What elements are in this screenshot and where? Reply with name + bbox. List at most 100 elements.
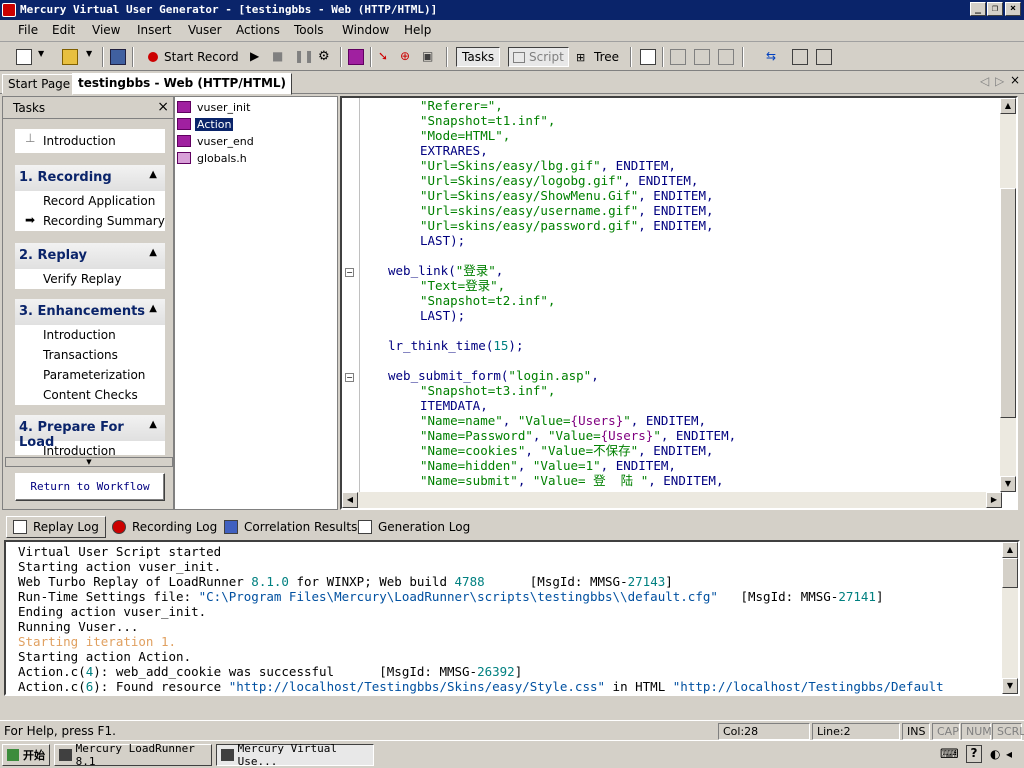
start-record-button[interactable]: Start Record	[148, 47, 239, 67]
menu-vuser[interactable]: Vuser	[188, 23, 222, 37]
task-introduction[interactable]: ⊥ Introduction	[15, 129, 165, 153]
close-tasks-icon[interactable]: ×	[157, 99, 169, 115]
task-prepare-introduction[interactable]: Introduction	[15, 441, 165, 455]
open-dropdown-icon[interactable]: ▼	[86, 49, 94, 65]
toolbar-separator	[102, 47, 104, 67]
task-enh-introduction[interactable]: Introduction	[15, 325, 165, 345]
new-icon[interactable]	[16, 49, 32, 65]
volume-icon[interactable]: ◂	[1006, 747, 1012, 761]
code-line: lr_think_time(15);	[388, 338, 524, 353]
tree-node-vuser-init[interactable]: vuser_init	[177, 99, 252, 115]
tree-view-button[interactable]: ⊞ Tree	[576, 47, 619, 67]
scroll-down-icon[interactable]: ▼	[1000, 476, 1016, 492]
tab-scroll-right-icon[interactable]: ▷	[995, 74, 1004, 88]
tab-correlation-results[interactable]: Correlation Results	[218, 516, 363, 538]
collapse-icon[interactable]: ▲	[149, 247, 157, 258]
restore-button[interactable]: ❐	[987, 2, 1003, 16]
tasks-scroll-down-icon[interactable]: ▼	[5, 457, 173, 467]
tab-generation-log[interactable]: Generation Log	[352, 516, 476, 538]
script-editor[interactable]: − − "Referer=", "Snapshot=t1.inf", "Mode…	[340, 96, 1018, 510]
task-parameterization[interactable]: Parameterization	[15, 365, 165, 385]
menu-file[interactable]: File	[18, 23, 38, 37]
close-document-icon[interactable]: ×	[1010, 73, 1020, 87]
task-transactions[interactable]: Transactions	[15, 345, 165, 365]
page-view-icon[interactable]	[670, 49, 686, 65]
open-folder-icon[interactable]	[62, 49, 78, 65]
replay-log-output[interactable]: Virtual User Script started Starting act…	[4, 540, 1020, 696]
tree-node-vuser-end[interactable]: vuser_end	[177, 133, 256, 149]
menu-actions[interactable]: Actions	[236, 23, 280, 37]
section-prepare-header[interactable]: 4. Prepare For Load ▲	[15, 415, 165, 450]
language-icon[interactable]: ◐	[990, 747, 1000, 761]
code-line: "Snapshot=t1.inf",	[420, 113, 556, 128]
scroll-thumb[interactable]	[1000, 188, 1016, 418]
tasks-toggle-button[interactable]: Tasks	[456, 47, 501, 67]
bookmark-icon[interactable]: ▣	[422, 49, 438, 65]
server-view-icon[interactable]	[718, 49, 734, 65]
task-recording-summary[interactable]: ➡ Recording Summary	[15, 211, 165, 231]
breakpoint-icon[interactable]: ⊕	[400, 49, 416, 65]
editor-vertical-scrollbar[interactable]: ▲ ▼	[1000, 98, 1016, 492]
taskbar-vugen[interactable]: Mercury Virtual Use...	[216, 742, 374, 768]
code-line: "Snapshot=t2.inf",	[420, 293, 556, 308]
menu-insert[interactable]: Insert	[137, 23, 171, 37]
script-view-button[interactable]: Script	[508, 47, 569, 67]
collapse-icon[interactable]: ▲	[149, 419, 157, 430]
menu-window[interactable]: Window	[342, 23, 389, 37]
parameter-list-icon[interactable]	[792, 49, 808, 65]
new-dropdown-icon[interactable]: ▼	[38, 49, 46, 65]
window-title: Mercury Virtual User Generator - [testin…	[20, 3, 438, 16]
menu-tools[interactable]: Tools	[294, 23, 324, 37]
save-icon[interactable]	[110, 49, 126, 65]
tab-replay-log[interactable]: Replay Log	[6, 516, 106, 538]
menu-edit[interactable]: Edit	[52, 23, 75, 37]
runtime-settings-icon[interactable]	[816, 49, 832, 65]
scroll-thumb[interactable]	[1002, 558, 1018, 588]
menu-view[interactable]: View	[92, 23, 120, 37]
minimize-button[interactable]: _	[970, 2, 986, 16]
run-icon[interactable]: ▶	[250, 49, 266, 65]
return-to-workflow-button[interactable]: Return to Workflow	[15, 473, 165, 501]
tab-testingbbs[interactable]: testingbbs - Web (HTTP/HTML)	[72, 73, 293, 95]
task-verify-replay[interactable]: Verify Replay	[15, 269, 165, 289]
fold-toggle-icon[interactable]: −	[345, 268, 354, 277]
section-replay-header[interactable]: 2. Replay ▲	[15, 243, 165, 269]
section-recording-header[interactable]: 1. Recording ▲	[15, 165, 165, 191]
pause-icon[interactable]: ❚❚	[294, 49, 314, 65]
scroll-down-icon[interactable]: ▼	[1002, 678, 1018, 694]
start-button[interactable]: 开始	[2, 744, 50, 766]
tab-scroll-left-icon[interactable]: ◁	[980, 74, 989, 88]
scroll-up-icon[interactable]: ▲	[1002, 542, 1018, 558]
keyboard-icon[interactable]: ⌨	[940, 747, 959, 762]
step-into-icon[interactable]: ➘	[378, 49, 394, 65]
editor-horizontal-scrollbar[interactable]: ◀ ▶	[342, 492, 1002, 508]
close-button[interactable]: ×	[1005, 2, 1021, 16]
tab-recording-log[interactable]: Recording Log	[106, 516, 223, 538]
task-content-checks[interactable]: Content Checks	[15, 385, 165, 405]
settings-gear-icon[interactable]: ⚙	[318, 49, 334, 65]
correlation-results-icon	[224, 520, 238, 534]
task-section-enhancements: 3. Enhancements ▲ Introduction Transactio…	[15, 299, 165, 405]
section-enhancements-header[interactable]: 3. Enhancements ▲	[15, 299, 165, 325]
record-icon	[148, 52, 158, 62]
scroll-right-icon[interactable]: ▶	[986, 492, 1002, 508]
tab-start-page[interactable]: Start Page	[2, 74, 77, 94]
fold-toggle-icon[interactable]: −	[345, 373, 354, 382]
code-area[interactable]: "Referer=", "Snapshot=t1.inf", "Mode=HTM…	[366, 98, 998, 492]
correlation-icon[interactable]: ⇆	[766, 49, 782, 65]
menu-help[interactable]: Help	[404, 23, 431, 37]
taskbar-loadrunner[interactable]: Mercury LoadRunner 8.1	[54, 742, 212, 768]
scroll-up-icon[interactable]: ▲	[1000, 98, 1016, 114]
tree-node-globals[interactable]: globals.h	[177, 150, 249, 166]
vuser-icon[interactable]	[348, 49, 364, 65]
help-icon[interactable]: ?	[966, 745, 982, 763]
stop-icon[interactable]: ■	[272, 49, 288, 65]
collapse-icon[interactable]: ▲	[149, 303, 157, 314]
collapse-icon[interactable]: ▲	[149, 169, 157, 180]
task-record-application[interactable]: Record Application	[15, 191, 165, 211]
split-view-icon[interactable]	[694, 49, 710, 65]
tree-node-action[interactable]: Action	[177, 116, 234, 132]
log-vertical-scrollbar[interactable]: ▲ ▼	[1002, 542, 1018, 694]
scroll-left-icon[interactable]: ◀	[342, 492, 358, 508]
snapshot-icon[interactable]	[640, 49, 656, 65]
